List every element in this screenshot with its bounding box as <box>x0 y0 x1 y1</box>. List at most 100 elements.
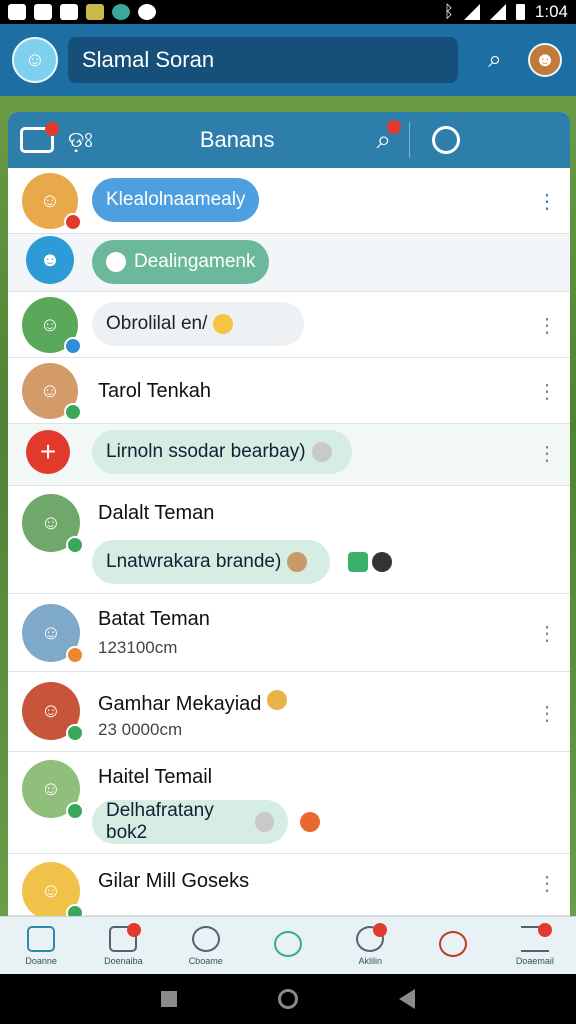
chat-row[interactable]: ☺ Gamhar Mekayiad 23 0000cm ⋮ <box>8 672 570 752</box>
profile-avatar-secondary[interactable]: ☻ <box>528 43 562 77</box>
message-bubble: Lnatwrakara brande) <box>92 540 330 584</box>
nav-location[interactable] <box>411 917 493 974</box>
contact-avatar: ☺ <box>22 173 82 231</box>
photo-icon <box>60 4 78 20</box>
more-icon[interactable]: ⋮ <box>537 704 557 724</box>
bottom-nav: Doanne Doenaiba Cboame Aklilin Doaemail <box>0 916 576 974</box>
nav-activity[interactable]: Aklilin <box>329 917 411 974</box>
notification-badge <box>373 923 388 937</box>
chat-row[interactable]: ☺ Tarol Tenkah ⋮ <box>8 358 570 424</box>
message-bubble: Dealingamenk <box>92 240 270 284</box>
contact-avatar: ☺ <box>22 682 84 742</box>
chat-row[interactable]: ☺ Gilar Mill Goseks ⋮ <box>8 854 570 916</box>
contact-subtitle: 23 0000cm <box>98 720 183 739</box>
app-icon <box>112 4 130 20</box>
notification-badge <box>537 923 552 937</box>
bluetooth-icon: ᛒ <box>443 2 454 21</box>
message-bubble: Obrolilal en/ <box>92 302 304 346</box>
chat-panel: ଡ଼ଃ Banans ⌕ ☺ Klealolnaamealy ⋮ ☻ Deali… <box>8 112 570 916</box>
more-icon[interactable]: ⋮ <box>537 874 557 894</box>
back-button-icon[interactable] <box>399 989 416 1009</box>
contact-avatar: ☺ <box>22 363 82 421</box>
contact-avatar: ☺ <box>22 760 84 820</box>
status-indicator <box>66 802 84 820</box>
notification-badge <box>387 120 402 134</box>
contact-name: Tarol Tenkah <box>98 380 212 402</box>
contact-avatar: ☺ <box>22 297 82 355</box>
message-bubble: Delhafratany bok2 <box>92 800 288 844</box>
chat-icon <box>273 930 302 957</box>
emoji-icon <box>287 552 308 572</box>
recents-icon[interactable] <box>160 991 177 1007</box>
search-icon[interactable]: ⌕ <box>377 120 402 156</box>
system-nav-bar <box>0 974 576 1024</box>
home-button-icon[interactable] <box>277 989 298 1009</box>
status-bar: ᛒ 1:04 <box>0 0 576 24</box>
status-indicator <box>64 337 82 355</box>
header-divider <box>409 122 411 158</box>
back-icon[interactable] <box>20 122 59 153</box>
emoji-icon <box>372 552 392 572</box>
contact-name: Batat Teman <box>98 608 210 630</box>
chat-row[interactable]: ☺ Dalalt Teman Lnatwrakara brande) <box>8 486 570 594</box>
clock-icon <box>138 4 156 20</box>
chat-row[interactable]: ☺ Batat Teman 123100cm ⋮ <box>8 594 570 672</box>
battery-icon <box>515 4 525 20</box>
chat-row[interactable]: ☺ Obrolilal en/ ⋮ <box>8 292 570 358</box>
status-indicator <box>66 904 84 916</box>
app-icon <box>86 4 104 20</box>
notification-badge <box>45 122 59 136</box>
contact-avatar: ☺ <box>22 494 84 554</box>
nav-documents[interactable]: Doenaiba <box>82 917 164 974</box>
emoji-icon <box>348 552 368 572</box>
contact-avatar: ☻ <box>26 236 74 284</box>
contact-subtitle: 123100cm <box>98 638 178 657</box>
emoji-icon <box>267 690 288 710</box>
contact-name: Dalalt Teman <box>98 502 215 524</box>
emoji-icon <box>300 812 320 832</box>
contact-name: Haitel Temail <box>98 766 213 788</box>
notification-icon <box>8 4 26 20</box>
search-icon[interactable]: ⌕ <box>480 45 510 75</box>
app-bar: ☺ Slamal Soran ⌕ ☻ <box>0 24 576 96</box>
contact-name: Gamhar Mekayiad <box>98 690 288 716</box>
chat-row[interactable]: + Lirnoln ssodar bearbay) ⋮ <box>8 424 570 486</box>
message-bubble: Lirnoln ssodar bearbay) <box>92 430 352 474</box>
more-icon[interactable]: ⋮ <box>537 316 557 336</box>
status-indicator <box>66 646 84 664</box>
profile-avatar[interactable]: ☺ <box>12 37 58 83</box>
more-icon[interactable]: ⋮ <box>537 444 557 464</box>
add-icon[interactable]: + <box>26 430 70 474</box>
wifi-icon <box>489 4 506 20</box>
panel-title: Banans <box>199 127 275 152</box>
emoji-icon <box>106 252 126 272</box>
status-indicator <box>64 213 82 231</box>
signal-icon <box>463 4 480 20</box>
settings-icon[interactable] <box>432 126 461 154</box>
nav-home[interactable]: Doanne <box>0 917 82 974</box>
notification-badge <box>126 923 141 937</box>
status-indicator <box>66 724 84 742</box>
chat-row[interactable]: ☻ Dealingamenk <box>8 234 570 292</box>
header-glyphs: ଡ଼ଃ <box>68 127 94 152</box>
status-time: 1:04 <box>534 2 568 21</box>
search-field[interactable]: Slamal Soran <box>68 37 458 83</box>
location-icon <box>438 930 467 957</box>
star-icon <box>213 314 234 334</box>
home-icon <box>27 925 56 952</box>
status-indicator <box>64 403 82 421</box>
chat-row[interactable]: ☺ Haitel Temail Delhafratany bok2 <box>8 752 570 854</box>
nav-menu[interactable]: Doaemail <box>494 917 576 974</box>
more-icon[interactable]: ⋮ <box>537 624 557 644</box>
contact-avatar: ☺ <box>22 862 84 916</box>
emoji-icon <box>311 442 332 462</box>
nav-discover[interactable]: Cboame <box>165 917 247 974</box>
chat-row[interactable]: ☺ Klealolnaamealy ⋮ <box>8 168 570 234</box>
emoji-icon <box>255 812 274 832</box>
message-bubble: Klealolnaamealy <box>92 178 260 222</box>
nav-chat[interactable] <box>247 917 329 974</box>
more-icon[interactable]: ⋮ <box>537 382 557 402</box>
compass-icon <box>191 925 220 952</box>
more-icon[interactable]: ⋮ <box>537 192 557 212</box>
contact-avatar: ☺ <box>22 604 84 664</box>
